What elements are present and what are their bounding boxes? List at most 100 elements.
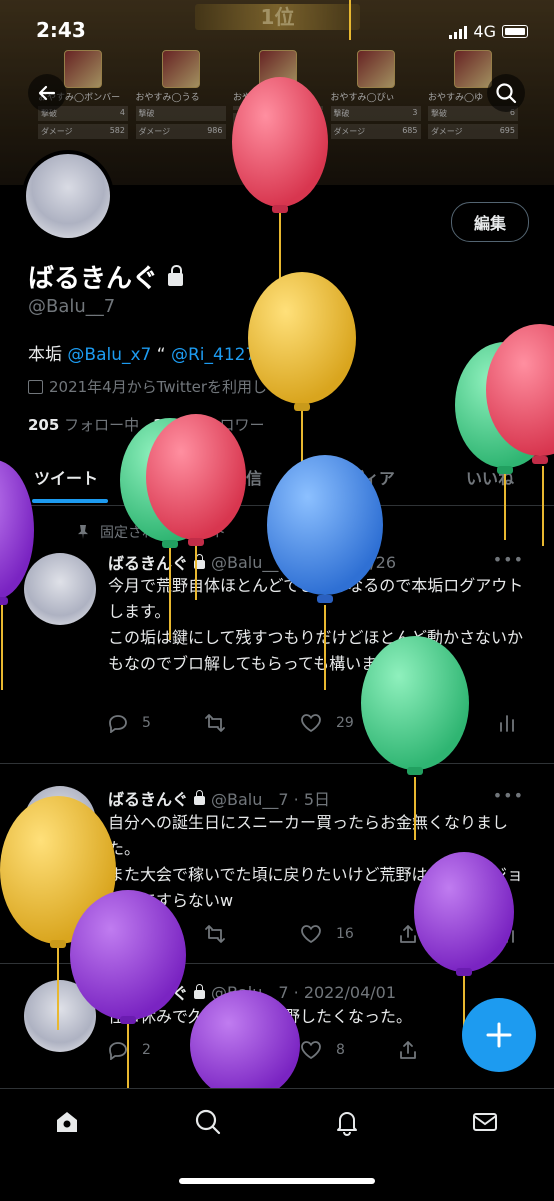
- joined-text: 2021年4月からTwitterを利用しています: [49, 378, 327, 396]
- share-button[interactable]: [398, 713, 418, 733]
- lock-icon: [194, 790, 206, 805]
- arrow-left-icon: [38, 85, 56, 101]
- heart-icon: [301, 1041, 321, 1060]
- share-icon: [400, 925, 416, 943]
- status-time: 2:43: [36, 18, 86, 42]
- more-icon[interactable]: •••: [493, 550, 524, 569]
- retweet-button[interactable]: [204, 713, 240, 733]
- retweet-button[interactable]: [204, 1040, 240, 1060]
- signal-icon: [449, 25, 468, 39]
- profile-avatar[interactable]: [22, 150, 114, 242]
- divider: [0, 763, 554, 764]
- share-icon: [400, 714, 416, 732]
- like-count: 16: [336, 926, 354, 942]
- reply-count: 4: [142, 926, 151, 942]
- tweet[interactable]: ばるきんぐ @Balu__7 · 5日 ••• 自分への誕生日にスニーカー買った…: [0, 784, 554, 959]
- like-button[interactable]: 16: [300, 924, 354, 944]
- tweet-meta: @Balu__7 · 2022/01/26: [211, 552, 397, 572]
- pin-icon: [78, 525, 88, 539]
- following-link[interactable]: 205 フォロー中: [28, 416, 139, 434]
- tweet-author: ばるきんぐ: [108, 554, 189, 573]
- like-count: 8: [336, 1042, 345, 1058]
- tweet-text: 自分への誕生日にスニーカー買ったらお金無くなりました。 また大会で稼いでた頃に戻…: [108, 813, 524, 910]
- retweet-icon: [205, 1041, 225, 1059]
- tweet-text: 今月で荒野自体ほとんどできなくなるので本垢ログアウトします。 この垢は鍵にして残…: [108, 576, 524, 673]
- tweet-avatar[interactable]: [24, 786, 96, 858]
- tab-tweets[interactable]: ツイート: [34, 465, 98, 489]
- user-handle: @Balu__7: [28, 296, 116, 317]
- lock-icon: [194, 984, 206, 999]
- search-icon: [496, 83, 517, 104]
- lock-icon: [168, 265, 184, 286]
- tweet-avatar[interactable]: [24, 553, 96, 625]
- nav-search[interactable]: [191, 1105, 225, 1139]
- tweet-author: ばるきんぐ: [108, 984, 189, 1003]
- bio-text: 本垢: [28, 345, 68, 365]
- nav-messages[interactable]: [468, 1105, 502, 1139]
- lock-icon: [194, 554, 206, 569]
- joined-date: 2021年4月からTwitterを利用しています: [28, 376, 327, 397]
- share-icon: [400, 1041, 416, 1059]
- tweet-header: ばるきんぐ @Balu__7 · 5日: [108, 786, 330, 810]
- balloon-yellow: [248, 272, 356, 470]
- analytics-button[interactable]: [498, 713, 516, 733]
- tweet-author: ばるきんぐ: [108, 790, 189, 809]
- back-button[interactable]: [28, 74, 66, 112]
- tab-media[interactable]: メディア: [332, 465, 395, 489]
- search-icon: [195, 1109, 221, 1135]
- tab-tweets-replies[interactable]: ツイートと返信: [150, 465, 262, 489]
- compose-tweet-button[interactable]: [462, 998, 536, 1072]
- followers-count: 209: [153, 416, 185, 434]
- reply-button[interactable]: 2: [108, 1040, 151, 1060]
- reply-count: 5: [142, 715, 151, 731]
- edit-profile-button[interactable]: 編集: [451, 202, 529, 242]
- like-button[interactable]: 8: [300, 1040, 345, 1060]
- tweet-text: 仕事休みで久しぶりに荒野したくなった。: [108, 1007, 413, 1026]
- reply-icon: [109, 926, 127, 944]
- follow-stats: 205 フォロー中 209 フォロワー: [28, 414, 265, 435]
- retweet-button[interactable]: [204, 924, 240, 944]
- like-button[interactable]: 29: [300, 713, 354, 733]
- bio-link-2[interactable]: @Ri_4127: [171, 345, 256, 365]
- search-button[interactable]: [487, 74, 525, 112]
- tweet-actions: 5 29: [108, 713, 528, 737]
- more-icon[interactable]: •••: [493, 786, 524, 805]
- tweet-avatar[interactable]: [24, 980, 96, 1052]
- heart-icon: [301, 925, 321, 944]
- mail-icon: [473, 1113, 497, 1131]
- reply-icon: [109, 1042, 127, 1060]
- calendar-icon: [28, 379, 43, 394]
- plus-icon: [486, 1022, 512, 1048]
- display-name: ばるきんぐ: [28, 264, 159, 294]
- share-button[interactable]: [398, 1040, 418, 1060]
- bio-separator: “: [151, 345, 171, 365]
- active-tab-indicator: [32, 499, 108, 503]
- home-indicator: [179, 1178, 375, 1184]
- tweet[interactable]: ばるきんぐ @Balu__7 · 2022/01/26 ••• 今月で荒野自体ほ…: [0, 545, 554, 760]
- following-label: フォロー中: [64, 416, 140, 434]
- reply-button[interactable]: 4: [108, 924, 151, 944]
- pinned-text: 固定されたツイート: [100, 525, 226, 541]
- display-name-row: ばるきんぐ: [28, 258, 184, 295]
- avatar-image: [26, 154, 110, 238]
- tab-likes[interactable]: いいね: [466, 465, 514, 489]
- share-button[interactable]: [398, 924, 418, 944]
- bottom-navigation: [0, 1088, 554, 1201]
- reply-icon: [109, 715, 127, 733]
- divider: [0, 963, 554, 964]
- reply-count: 2: [142, 1042, 151, 1058]
- home-icon: [57, 1112, 77, 1132]
- battery-icon: [502, 25, 528, 38]
- nav-home[interactable]: [50, 1105, 84, 1139]
- bio-link-1[interactable]: @Balu_x7: [67, 345, 151, 365]
- analytics-icon: [500, 715, 514, 732]
- bell-icon: [337, 1112, 357, 1136]
- balloon-green: [455, 342, 554, 540]
- analytics-button[interactable]: [498, 924, 516, 944]
- retweet-icon: [205, 925, 225, 943]
- following-count: 205: [28, 416, 60, 434]
- reply-button[interactable]: 5: [108, 713, 151, 733]
- tweet-meta: @Balu__7 · 5日: [211, 790, 331, 809]
- nav-notifications[interactable]: [330, 1105, 364, 1139]
- followers-link[interactable]: 209 フォロワー: [153, 416, 264, 434]
